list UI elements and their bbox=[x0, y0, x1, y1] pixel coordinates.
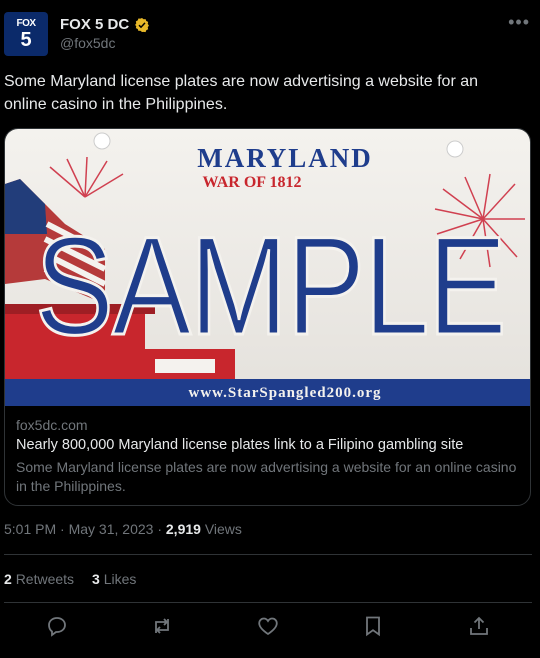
plate-state: MARYLAND bbox=[197, 143, 373, 173]
likes-stat[interactable]: 3 Likes bbox=[92, 571, 136, 587]
meta-separator: · bbox=[157, 521, 162, 537]
divider bbox=[4, 602, 532, 603]
ellipsis-icon[interactable]: ••• bbox=[508, 12, 530, 33]
bookmark-icon[interactable] bbox=[361, 614, 385, 638]
display-name[interactable]: FOX 5 DC bbox=[60, 16, 129, 33]
engagement-stats: 2 Retweets 3 Likes bbox=[4, 571, 136, 587]
likes-label: Likes bbox=[103, 571, 137, 587]
avatar-label-top: FOX bbox=[16, 17, 36, 29]
action-bar bbox=[0, 606, 540, 646]
handle[interactable]: @fox5dc bbox=[60, 35, 115, 51]
verified-badge-icon[interactable] bbox=[134, 17, 150, 33]
card-description: Some Maryland license plates are now adv… bbox=[16, 459, 517, 494]
retweet-icon[interactable] bbox=[150, 614, 174, 638]
avatar-label-number: 5 bbox=[20, 28, 32, 51]
name-row: FOX 5 DC bbox=[60, 16, 150, 33]
retweets-count: 2 bbox=[4, 571, 12, 587]
plate-text: SAMPLE bbox=[35, 207, 505, 364]
tweet-text: Some Maryland license plates are now adv… bbox=[4, 73, 479, 113]
card-title[interactable]: Nearly 800,000 Maryland license plates l… bbox=[16, 437, 521, 453]
retweets-label: Retweets bbox=[15, 571, 75, 587]
tweet-header: FOX 5 FOX 5 DC @fox5dc ••• bbox=[4, 8, 536, 60]
plate-subtitle: WAR OF 1812 bbox=[203, 174, 302, 191]
meta-separator: · bbox=[60, 521, 65, 537]
views-label: Views bbox=[204, 521, 242, 537]
views-count: 2,919 bbox=[165, 521, 201, 537]
tweet-date[interactable]: May 31, 2023 bbox=[69, 521, 154, 537]
divider bbox=[4, 554, 532, 555]
link-card[interactable]: MARYLAND WAR OF 1812 SAMPLE www.StarSpan… bbox=[4, 128, 531, 506]
likes-count: 3 bbox=[92, 571, 100, 587]
tweet-time[interactable]: 5:01 PM bbox=[4, 521, 56, 537]
plate-website: www.StarSpangled200.org bbox=[188, 385, 381, 401]
tweet-meta: 5:01 PM · May 31, 2023 · 2,919 Views bbox=[4, 521, 242, 537]
avatar[interactable]: FOX 5 bbox=[4, 12, 48, 56]
share-icon[interactable] bbox=[467, 614, 491, 638]
reply-icon[interactable] bbox=[45, 614, 69, 638]
license-plate-image: MARYLAND WAR OF 1812 SAMPLE www.StarSpan… bbox=[5, 129, 530, 406]
like-icon[interactable] bbox=[256, 614, 280, 638]
card-domain: fox5dc.com bbox=[16, 417, 88, 433]
retweets-stat[interactable]: 2 Retweets bbox=[4, 571, 74, 587]
